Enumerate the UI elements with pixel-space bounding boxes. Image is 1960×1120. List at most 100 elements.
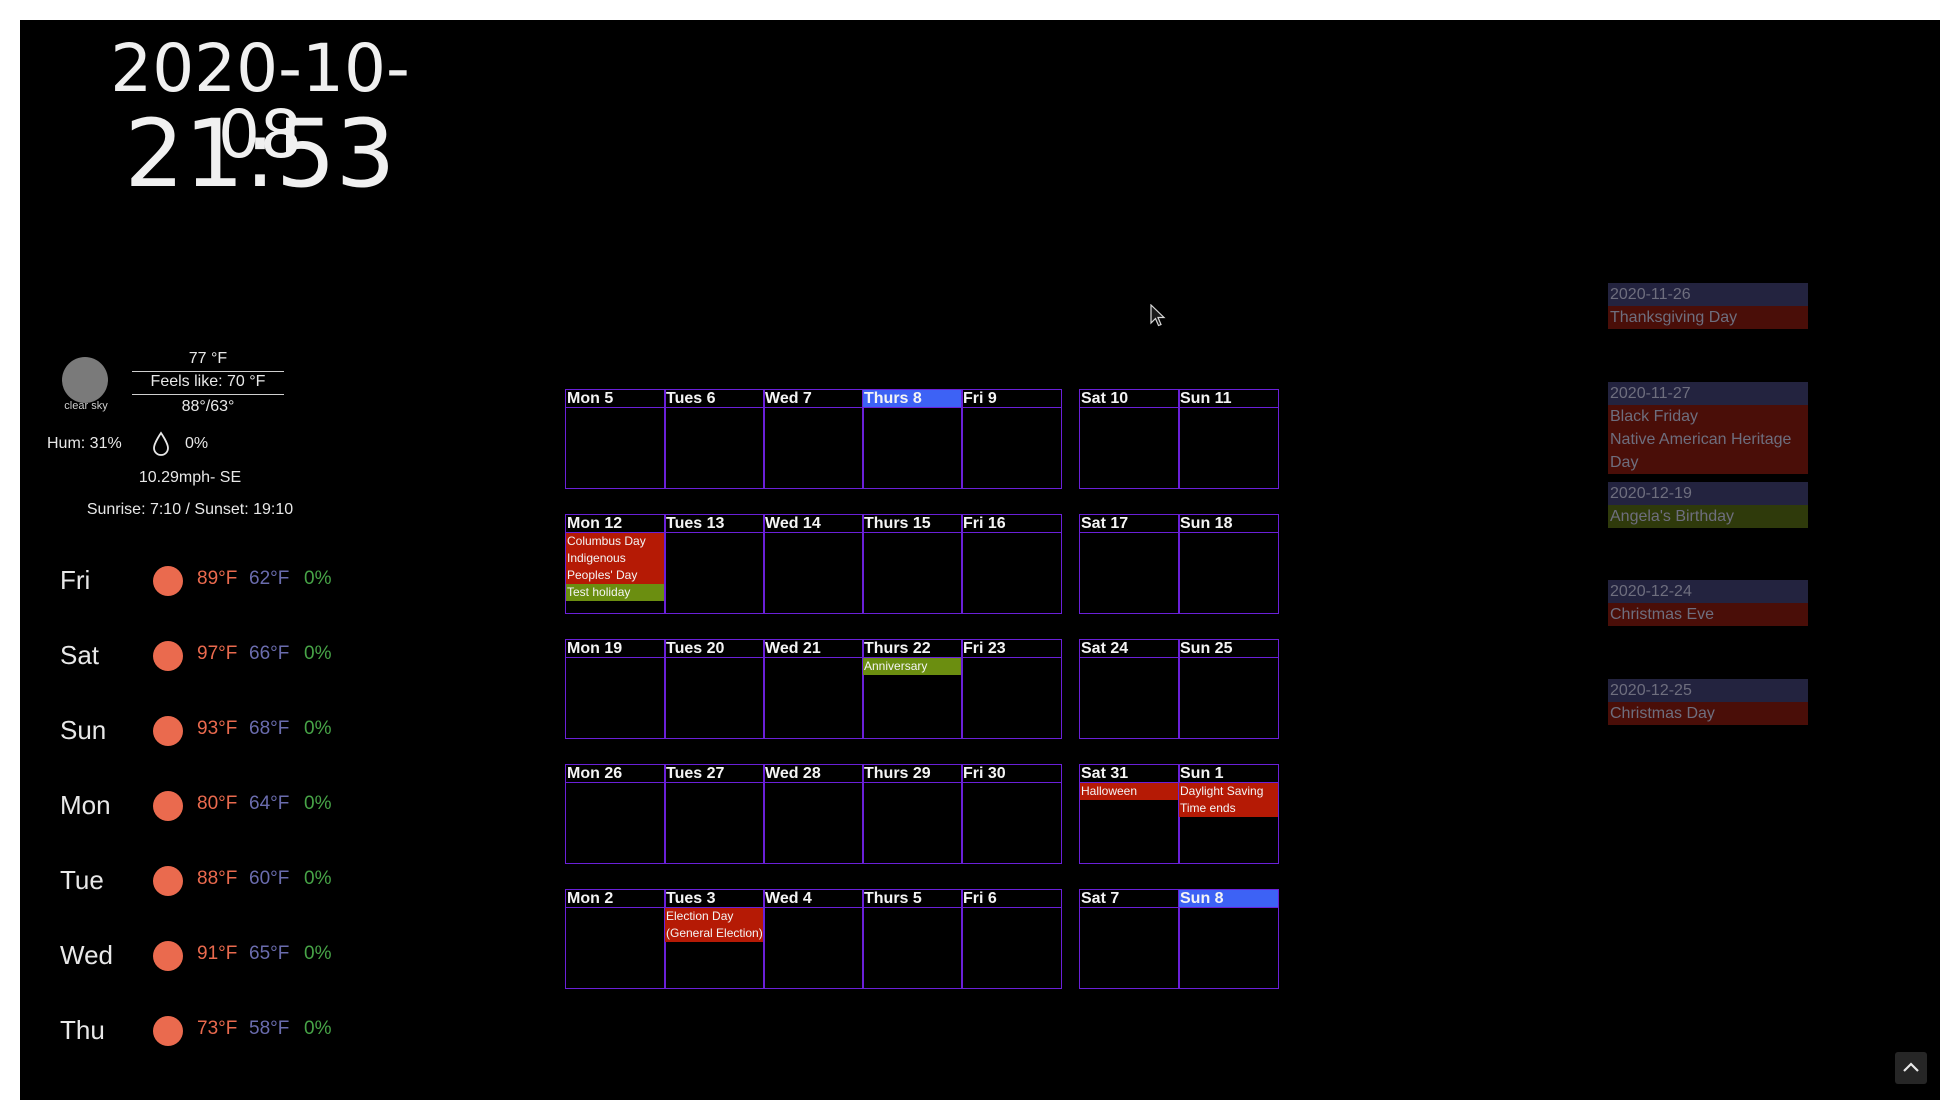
calendar-day[interactable]: Wed 14 [763, 514, 864, 614]
calendar-day[interactable]: Wed 4 [763, 889, 864, 989]
mouse-cursor-icon [1150, 304, 1166, 327]
calendar-day[interactable]: Sun 18 [1178, 514, 1279, 614]
humidity: Hum: 31% [47, 435, 122, 452]
day-label: Tues 27 [665, 765, 764, 783]
forecast-precip: 0% [304, 1018, 332, 1039]
day-label: Sun 8 [1179, 890, 1278, 908]
forecast-day: Mon [60, 790, 111, 820]
forecast-low: 60°F [249, 868, 290, 889]
precipitation: 0% [185, 435, 209, 452]
calendar-day[interactable]: Wed 7 [763, 389, 864, 489]
forecast-high: 89°F [197, 568, 238, 589]
upcoming-date: 2020-11-27 [1608, 382, 1808, 405]
upcoming-title: Angela's Birthday [1608, 505, 1808, 528]
calendar-day[interactable]: Thurs 29 [862, 764, 963, 864]
calendar-day[interactable]: Tues 20 [664, 639, 765, 739]
today-hi-lo: 88°/63° [181, 398, 235, 415]
sun-icon [153, 866, 183, 896]
calendar-event[interactable]: Halloween [1080, 783, 1179, 800]
calendar-day[interactable]: Sun 11 [1178, 389, 1279, 489]
raindrop-icon [153, 431, 169, 456]
upcoming-date: 2020-12-25 [1608, 679, 1808, 702]
scroll-to-top-button[interactable] [1895, 1052, 1927, 1084]
sun-icon [153, 641, 183, 671]
day-label: Sat 17 [1080, 515, 1179, 533]
day-label: Mon 12 [566, 515, 665, 533]
calendar-day[interactable]: Sat 10 [1079, 389, 1180, 489]
forecast-day: Sat [60, 640, 100, 670]
calendar-day[interactable]: Thurs 8 [862, 389, 963, 489]
upcoming-title: Native American Heritage Day [1608, 428, 1808, 474]
calendar-day[interactable]: Fri 30 [961, 764, 1062, 864]
sunrise-sunset: Sunrise: 7:10 / Sunset: 19:10 [86, 501, 294, 518]
upcoming-title: Black Friday [1608, 405, 1808, 428]
calendar-day[interactable]: Fri 6 [961, 889, 1062, 989]
calendar-day[interactable]: Thurs 15 [862, 514, 963, 614]
forecast-low: 66°F [249, 643, 290, 664]
forecast-precip: 0% [304, 718, 332, 739]
forecast-day: Tue [60, 865, 104, 895]
calendar-event[interactable]: Test holiday [566, 584, 665, 601]
calendar-event[interactable]: Anniversary [863, 658, 962, 675]
upcoming-date: 2020-12-24 [1608, 580, 1808, 603]
calendar-day[interactable]: Fri 23 [961, 639, 1062, 739]
upcoming-item: 2020-12-19 Angela's Birthday [1608, 482, 1808, 528]
calendar-event[interactable]: Election Day (General Election) [665, 908, 764, 942]
feels-like: Feels like: 70 °F [132, 373, 284, 395]
calendar-week: Mon 2 Tues 3 Election Day (General Electio… [565, 889, 1280, 991]
calendar-day[interactable]: Sun 1 Daylight Saving Time ends [1178, 764, 1279, 864]
forecast-high: 97°F [197, 643, 238, 664]
calendar-day[interactable]: Fri 16 [961, 514, 1062, 614]
upcoming-title: Thanksgiving Day [1608, 306, 1808, 329]
calendar-day[interactable]: Sat 24 [1079, 639, 1180, 739]
calendar-day[interactable]: Fri 9 [961, 389, 1062, 489]
calendar-day[interactable]: Wed 21 [763, 639, 864, 739]
day-label: Tues 6 [665, 390, 764, 408]
forecast-day: Wed [60, 940, 113, 970]
day-label: Sun 18 [1179, 515, 1278, 533]
weather-description: clear sky [64, 400, 108, 412]
calendar-event[interactable]: Daylight Saving Time ends [1179, 783, 1278, 817]
day-label: Fri 30 [962, 765, 1061, 783]
calendar-day[interactable]: Mon 19 [565, 639, 666, 739]
forecast-day: Thu [60, 1015, 105, 1045]
calendar-day[interactable]: Sun 8 [1178, 889, 1279, 989]
calendar-day[interactable]: Tues 13 [664, 514, 765, 614]
forecast-precip: 0% [304, 868, 332, 889]
calendar-day[interactable]: Tues 27 [664, 764, 765, 864]
sun-icon [153, 716, 183, 746]
calendar-day[interactable]: Thurs 22 Anniversary [862, 639, 963, 739]
day-label: Mon 2 [566, 890, 665, 908]
calendar-day[interactable]: Mon 5 [565, 389, 666, 489]
calendar-day[interactable]: Sat 17 [1079, 514, 1180, 614]
calendar-day[interactable]: Mon 12 Columbus Day Indigenous Peoples' Da… [565, 514, 666, 614]
calendar-day[interactable]: Thurs 5 [862, 889, 963, 989]
calendar-day[interactable]: Sat 31 Halloween [1079, 764, 1180, 864]
clock-time: 21:53 [124, 100, 396, 209]
forecast-high: 80°F [197, 793, 238, 814]
day-label: Sat 24 [1080, 640, 1179, 658]
calendar-day[interactable]: Sun 25 [1178, 639, 1279, 739]
day-label: Sun 1 [1179, 765, 1278, 783]
forecast-precip: 0% [304, 643, 332, 664]
upcoming-title: Christmas Day [1608, 702, 1808, 725]
day-label: Tues 13 [665, 515, 764, 533]
calendar-day[interactable]: Mon 2 [565, 889, 666, 989]
sun-icon [153, 791, 183, 821]
moon-icon [62, 357, 108, 403]
calendar-day[interactable]: Tues 3 Election Day (General Election) [664, 889, 765, 989]
sun-icon [153, 1016, 183, 1046]
calendar-day[interactable]: Tues 6 [664, 389, 765, 489]
day-label: Sat 31 [1080, 765, 1179, 783]
calendar-week: Mon 12 Columbus Day Indigenous Peoples' Da… [565, 514, 1280, 616]
upcoming-item: 2020-12-25 Christmas Day [1608, 679, 1808, 725]
calendar-event[interactable]: Indigenous Peoples' Day [566, 550, 665, 584]
calendar-day[interactable]: Sat 7 [1079, 889, 1180, 989]
upcoming-title: Christmas Eve [1608, 603, 1808, 626]
day-label: Tues 20 [665, 640, 764, 658]
calendar-day[interactable]: Wed 28 [763, 764, 864, 864]
day-label: Wed 28 [764, 765, 863, 783]
calendar-day[interactable]: Mon 26 [565, 764, 666, 864]
calendar-event[interactable]: Columbus Day [566, 533, 665, 550]
forecast-high: 88°F [197, 868, 238, 889]
